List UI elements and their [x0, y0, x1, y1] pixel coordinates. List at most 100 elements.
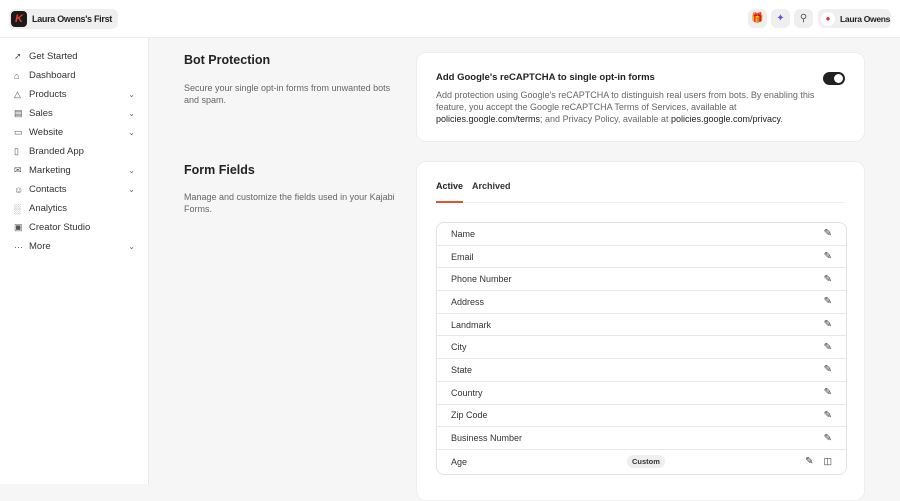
chevron-down-icon[interactable]: ⌄	[128, 128, 135, 137]
phone-icon: ▯	[14, 146, 19, 156]
user-menu[interactable]: ● Laura Owens	[818, 9, 891, 28]
recaptcha-title: Add Google's reCAPTCHA to single opt-in …	[436, 72, 655, 83]
table-row: Business Number ✎	[437, 427, 846, 450]
form-fields-title: Form Fields	[184, 163, 255, 177]
fields-table: Name ✎ Email ✎ Phone Number ✎ Address ✎ Landmark…	[436, 222, 847, 475]
sidebar-item-website[interactable]: ▭ Website ⌄	[0, 123, 148, 142]
more-icon: ···	[14, 241, 23, 252]
privacy-link[interactable]: policies.google.com/privacy	[671, 114, 780, 124]
chart-icon: ░	[14, 203, 21, 214]
edit-icon[interactable]: ✎	[824, 387, 832, 398]
table-row: Address ✎	[437, 291, 846, 314]
edit-icon[interactable]: ✎	[824, 410, 832, 421]
field-name: Name	[451, 228, 476, 239]
sidebar-item-label: More	[29, 241, 51, 252]
top-header: K Laura Owens's First 🎁 ✦ ⚲ ● Laura Owen…	[0, 0, 900, 38]
sidebar-item-label: Contacts	[29, 184, 67, 195]
edit-icon[interactable]: ✎	[824, 364, 832, 375]
edit-icon[interactable]: ✎	[824, 251, 832, 262]
sidebar-item-label: Website	[29, 127, 64, 138]
table-row: Age Custom ✎ ◫	[437, 450, 846, 474]
sidebar-item-more[interactable]: ··· More ⌄	[0, 237, 148, 256]
site-name: Laura Owens's First	[32, 14, 112, 24]
form-fields-desc: Manage and customize the fields used in …	[184, 192, 395, 214]
recaptcha-toggle[interactable]	[823, 72, 845, 85]
sidebar-item-creator-studio[interactable]: ▣ Creator Studio	[0, 218, 148, 237]
custom-badge: Custom	[627, 455, 665, 469]
field-name: Address	[451, 296, 485, 307]
field-name: Phone Number	[451, 274, 512, 285]
sidebar-item-products[interactable]: △ Products ⌄	[0, 85, 148, 104]
chevron-down-icon[interactable]: ⌄	[128, 242, 135, 251]
recaptcha-text: .	[780, 114, 783, 124]
table-row: Landmark ✎	[437, 314, 846, 337]
sidebar-item-sales[interactable]: ▤ Sales ⌄	[0, 104, 148, 123]
sidebar-item-label: Creator Studio	[29, 222, 91, 233]
chevron-down-icon[interactable]: ⌄	[128, 109, 135, 118]
table-row: Country ✎	[437, 382, 846, 405]
sidebar: ➚ Get Started ⌂ Dashboard △ Products ⌄ ▤ Sales ⌄ ▭…	[0, 38, 149, 484]
recaptcha-desc: Add protection using Google's reCAPTCHA …	[436, 89, 816, 125]
sidebar-item-analytics[interactable]: ░ Analytics	[0, 199, 148, 218]
search-icon[interactable]: ⚲	[794, 9, 813, 28]
home-icon: ⌂	[14, 70, 20, 81]
field-name: City	[451, 342, 467, 353]
mail-icon: ✉	[14, 165, 22, 175]
chevron-down-icon[interactable]: ⌄	[128, 185, 135, 194]
field-name: Zip Code	[451, 410, 488, 421]
edit-icon[interactable]: ✎	[824, 433, 832, 444]
edit-icon[interactable]: ✎	[824, 296, 832, 307]
bot-protection-title: Bot Protection	[184, 53, 271, 67]
tab-archived[interactable]: Archived	[472, 181, 511, 203]
gift-icon[interactable]: 🎁	[748, 9, 767, 28]
sidebar-item-marketing[interactable]: ✉ Marketing ⌄	[0, 161, 148, 180]
field-name: Business Number	[451, 433, 523, 444]
form-fields-card: Active Archived Name ✎ Email ✎ Phone Number ✎…	[416, 161, 865, 501]
sidebar-item-label: Analytics	[29, 203, 68, 214]
edit-icon[interactable]: ✎	[805, 456, 813, 467]
avatar: ●	[821, 11, 835, 26]
table-row: Zip Code ✎	[437, 405, 846, 428]
sidebar-item-label: Get Started	[29, 51, 78, 62]
sidebar-item-get-started[interactable]: ➚ Get Started	[0, 47, 148, 66]
table-row: State ✎	[437, 359, 846, 382]
sidebar-item-label: Dashboard	[29, 70, 76, 81]
edit-icon[interactable]: ✎	[824, 228, 832, 239]
sidebar-item-dashboard[interactable]: ⌂ Dashboard	[0, 66, 148, 85]
rocket-icon: ➚	[14, 51, 22, 61]
edit-icon[interactable]: ✎	[824, 342, 832, 353]
sidebar-item-contacts[interactable]: ☺ Contacts ⌄	[0, 180, 148, 199]
table-row: Email ✎	[437, 246, 846, 269]
kajabi-logo-icon: K	[11, 11, 27, 27]
monitor-icon: ▭	[14, 127, 23, 137]
table-row: Phone Number ✎	[437, 268, 846, 292]
edit-icon[interactable]: ✎	[824, 274, 832, 285]
recaptcha-text: Add protection using Google's reCAPTCHA …	[436, 90, 815, 112]
archive-icon[interactable]: ◫	[823, 456, 832, 467]
sidebar-item-branded-app[interactable]: ▯ Branded App	[0, 142, 148, 161]
studio-icon: ▣	[14, 222, 23, 232]
bot-protection-desc: Secure your single opt-in forms from unw…	[184, 83, 391, 105]
box-icon: △	[14, 89, 21, 99]
field-name: Country	[451, 387, 483, 398]
table-row: Name ✎	[437, 223, 846, 246]
chevron-down-icon[interactable]: ⌄	[128, 90, 135, 99]
chevron-down-icon[interactable]: ⌄	[128, 166, 135, 175]
terms-link[interactable]: policies.google.com/terms	[436, 114, 540, 124]
tab-active[interactable]: Active	[436, 181, 464, 203]
edit-icon[interactable]: ✎	[824, 319, 832, 330]
site-switcher[interactable]: K Laura Owens's First	[9, 9, 118, 29]
recaptcha-card: Add Google's reCAPTCHA to single opt-in …	[416, 52, 865, 142]
sidebar-item-label: Marketing	[29, 165, 71, 176]
user-name: Laura Owens	[840, 13, 891, 24]
recaptcha-text: ; and Privacy Policy, available at	[540, 114, 671, 124]
field-name: Email	[451, 251, 474, 262]
sidebar-item-label: Sales	[29, 108, 53, 119]
table-row: City ✎	[437, 336, 846, 360]
sidebar-item-label: Products	[29, 89, 67, 100]
card-icon: ▤	[14, 108, 23, 118]
users-icon: ☺	[14, 184, 24, 195]
sidebar-item-label: Branded App	[29, 146, 84, 157]
sparkle-icon[interactable]: ✦	[771, 9, 790, 28]
field-name: State	[451, 364, 473, 375]
